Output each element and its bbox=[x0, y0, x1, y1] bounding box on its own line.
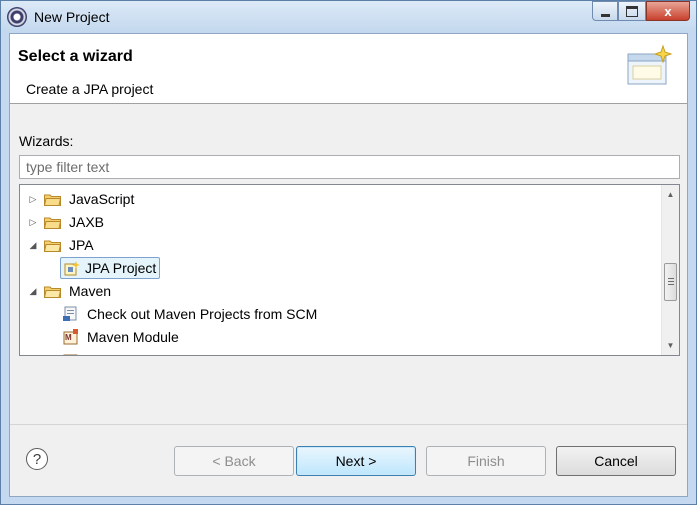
maximize-icon bbox=[626, 5, 638, 17]
folder-icon bbox=[44, 217, 61, 229]
selection-highlight: JPA Project bbox=[60, 257, 161, 279]
tree-item-maven-module[interactable]: M Maven Module bbox=[63, 326, 182, 348]
back-button[interactable]: < Back bbox=[174, 446, 294, 476]
svg-text:M: M bbox=[65, 333, 72, 342]
close-button[interactable]: x bbox=[646, 1, 690, 21]
help-icon: ? bbox=[32, 450, 42, 468]
tree-item-scm-checkout[interactable]: Check out Maven Projects from SCM bbox=[63, 303, 320, 325]
button-bar-separator bbox=[10, 424, 687, 425]
scm-checkout-icon bbox=[63, 306, 77, 321]
minimize-button[interactable] bbox=[592, 1, 618, 21]
close-icon: x bbox=[664, 3, 672, 19]
maven-project-icon bbox=[63, 354, 78, 355]
window-controls: x bbox=[592, 1, 690, 22]
tree-item-javascript[interactable]: ▷ JavaScript bbox=[28, 188, 137, 210]
tree-item-label: JPA Project bbox=[85, 260, 157, 276]
tree-item-label: Maven Module bbox=[87, 329, 179, 345]
tree-item-maven[interactable]: ◢ Maven bbox=[28, 280, 114, 302]
tree-item-label: Maven bbox=[69, 283, 112, 299]
next-button[interactable]: Next > bbox=[296, 446, 416, 476]
folder-open-icon bbox=[44, 240, 61, 252]
tree-item-jpa[interactable]: ◢ JPA bbox=[28, 234, 97, 256]
tree-item-label: JavaScript bbox=[69, 191, 135, 207]
maven-module-icon: M bbox=[63, 329, 78, 345]
page-title: Select a wizard bbox=[18, 48, 133, 65]
tree-item-jpa-project[interactable]: JPA Project bbox=[60, 257, 161, 279]
page-description: Create a JPA project bbox=[26, 81, 154, 97]
scrollbar-thumb[interactable] bbox=[664, 263, 677, 301]
grip-line bbox=[668, 281, 674, 282]
folder-icon bbox=[44, 194, 61, 206]
minimize-icon bbox=[600, 13, 610, 17]
scroll-up-arrow-icon[interactable]: ▲ bbox=[662, 186, 679, 203]
scroll-down-arrow-icon[interactable]: ▼ bbox=[662, 337, 679, 354]
wizard-banner-icon bbox=[627, 44, 673, 85]
tree-item-partial[interactable] bbox=[63, 349, 84, 355]
tree-item-label: JPA bbox=[69, 237, 94, 253]
expand-arrow-icon[interactable]: ▷ bbox=[28, 217, 38, 228]
grip-line bbox=[668, 278, 674, 279]
jpa-project-icon bbox=[64, 261, 80, 276]
collapse-arrow-icon[interactable]: ◢ bbox=[28, 240, 38, 251]
maximize-button[interactable] bbox=[618, 1, 646, 21]
expand-arrow-icon[interactable]: ▷ bbox=[28, 194, 38, 205]
wizard-tree[interactable]: ▷ JavaScript ▷ JAXB ◢ JPA JPA Project ◢ … bbox=[19, 184, 680, 356]
help-button[interactable]: ? bbox=[26, 448, 48, 470]
tree-item-jaxb[interactable]: ▷ JAXB bbox=[28, 211, 107, 233]
wizards-label: Wizards: bbox=[19, 133, 74, 149]
tree-scrollbar[interactable]: ▲ ▼ bbox=[661, 185, 679, 355]
tree-item-label: Check out Maven Projects from SCM bbox=[87, 306, 318, 322]
cancel-button[interactable]: Cancel bbox=[556, 446, 676, 476]
grip-line bbox=[668, 284, 674, 285]
collapse-arrow-icon[interactable]: ◢ bbox=[28, 286, 38, 297]
eclipse-app-icon bbox=[7, 7, 27, 27]
dialog-body: Select a wizard Create a JPA project Wiz… bbox=[9, 33, 688, 497]
filter-input[interactable] bbox=[19, 155, 680, 179]
tree-item-label: JAXB bbox=[69, 214, 105, 230]
window-title: New Project bbox=[34, 9, 110, 25]
wizard-header: Select a wizard Create a JPA project bbox=[10, 34, 687, 104]
title-bar[interactable]: New Project x bbox=[1, 1, 696, 33]
finish-button[interactable]: Finish bbox=[426, 446, 546, 476]
folder-open-icon bbox=[44, 286, 61, 298]
new-project-window: New Project x Select a wizard Create a J… bbox=[0, 0, 697, 505]
